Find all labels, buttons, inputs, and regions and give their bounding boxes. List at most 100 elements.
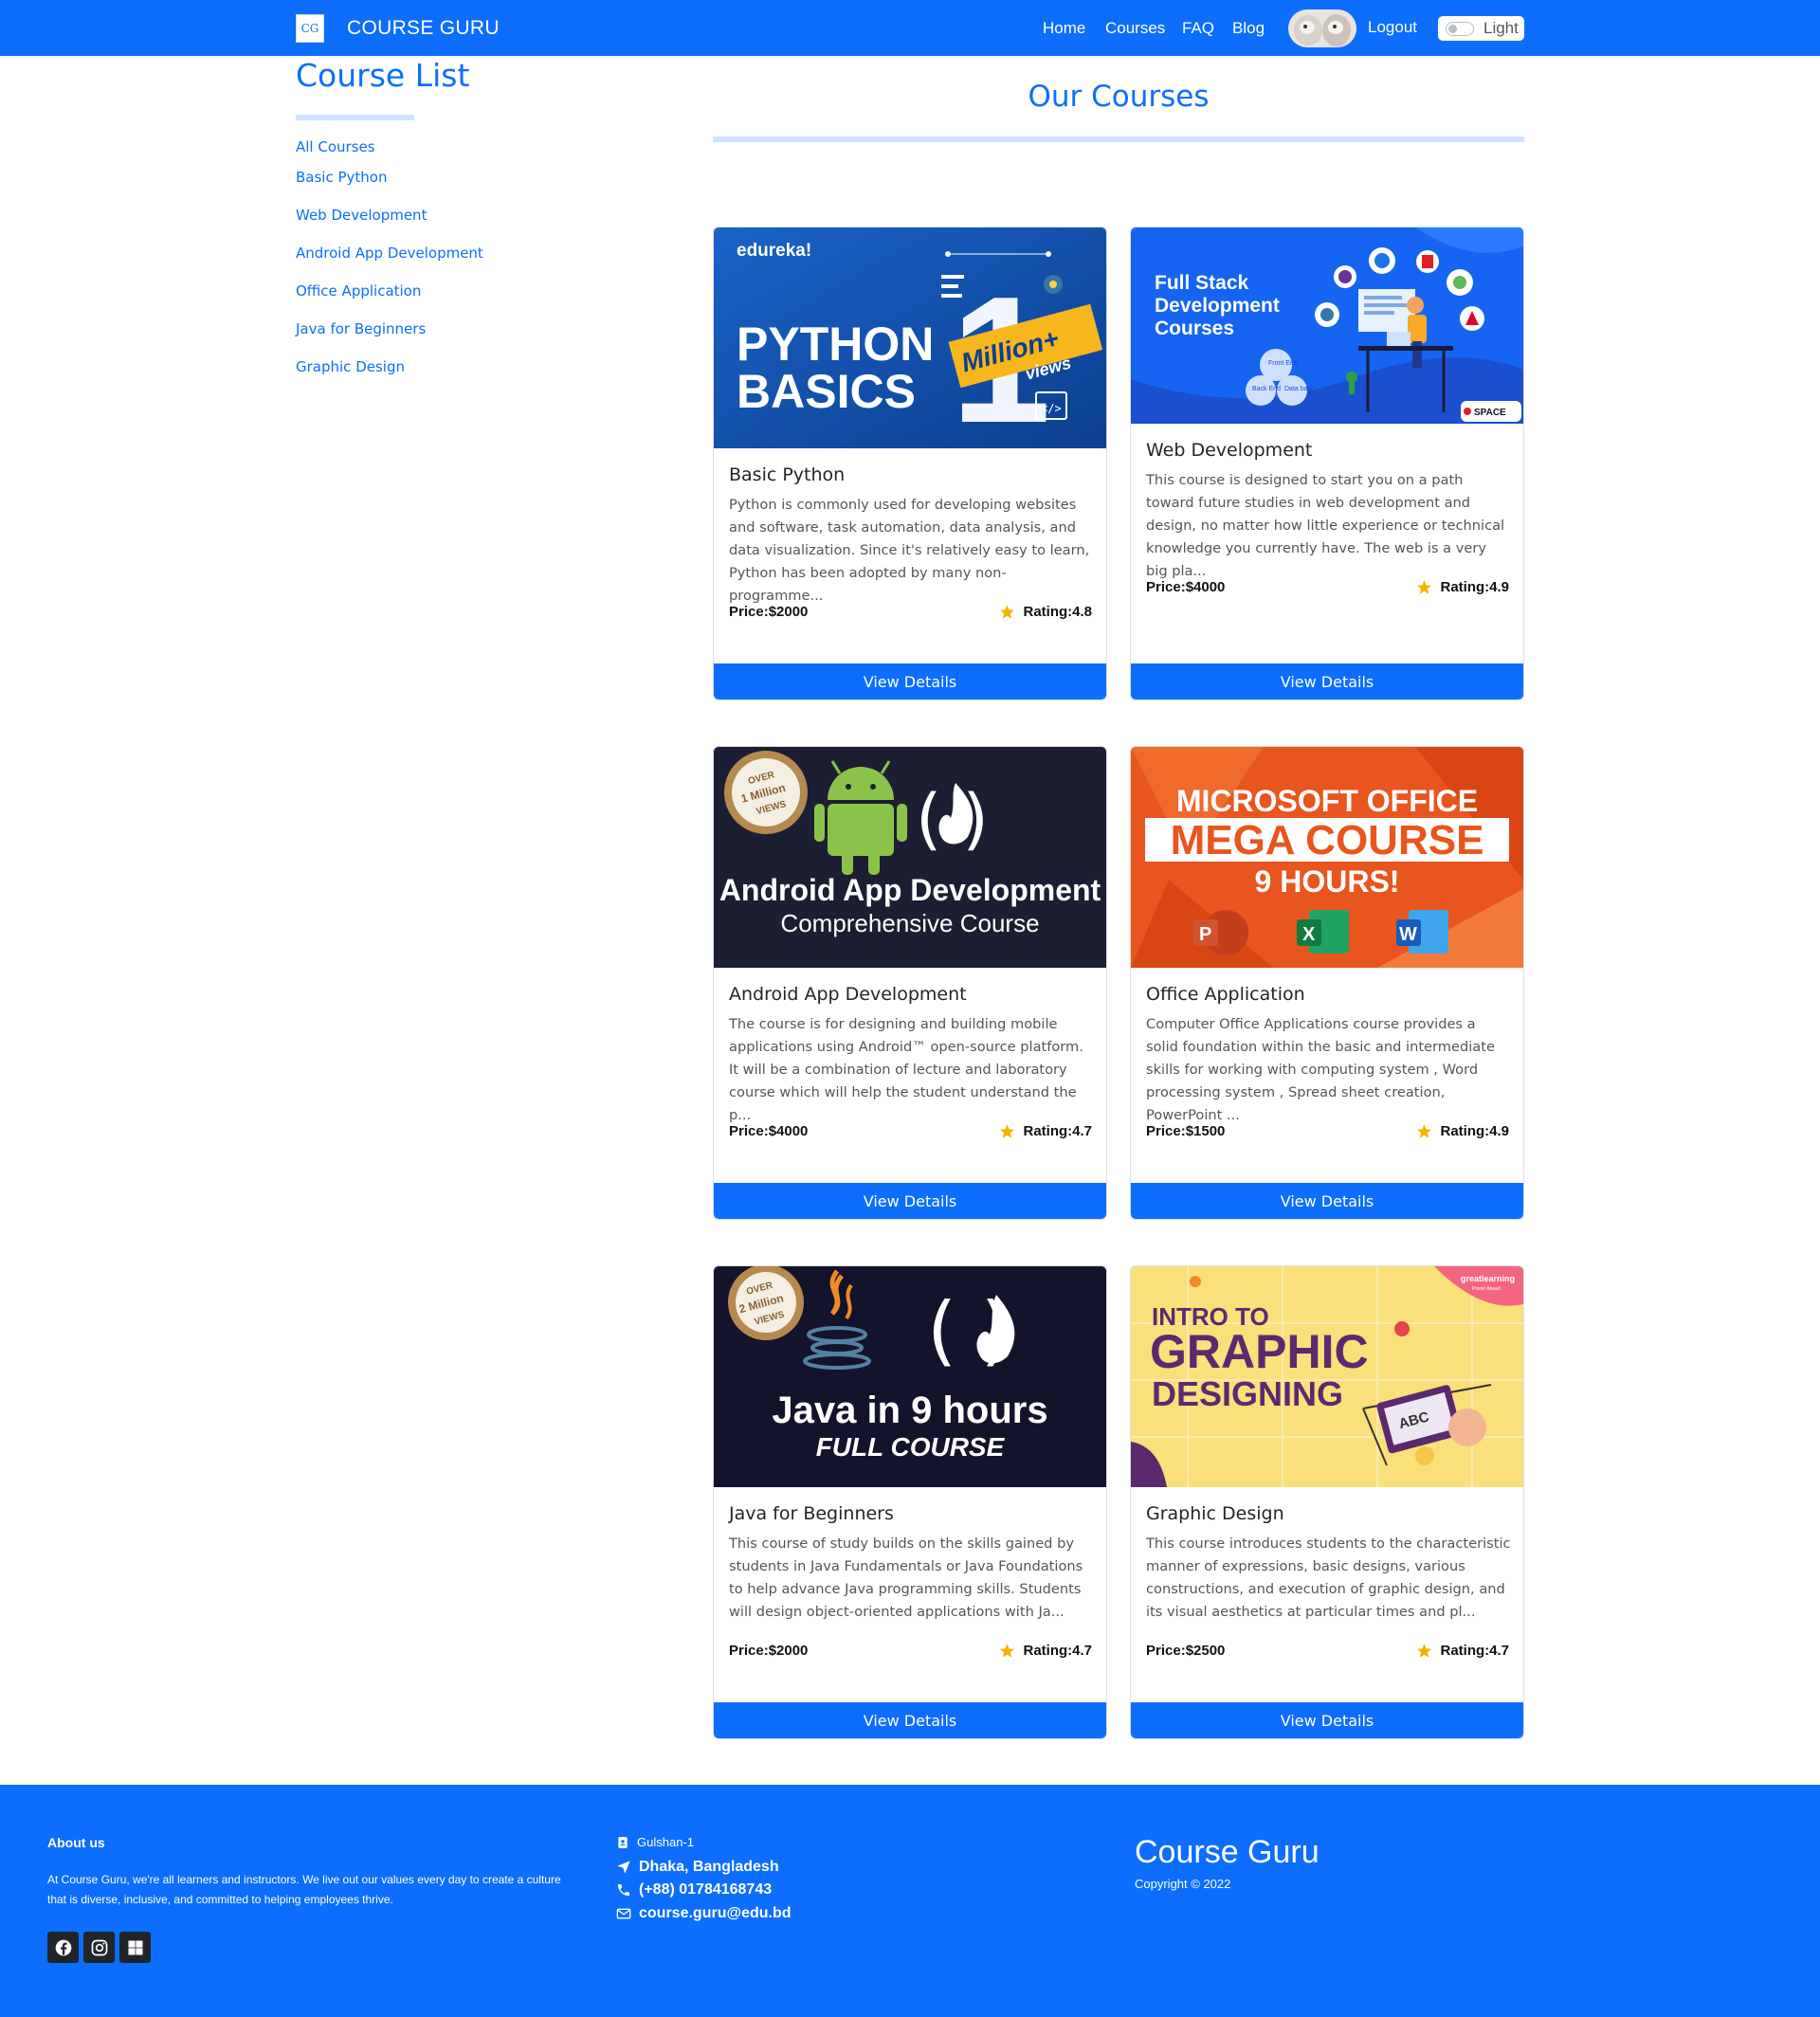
phone-icon	[618, 1884, 629, 1896]
sidebar-item-web-development[interactable]: Web Development	[296, 207, 427, 224]
address-1: Gulshan-1	[637, 1835, 694, 1849]
course-card-office: MICROSOFT OFFICE MEGA COURSE 9 HOURS! P …	[1130, 746, 1524, 1220]
course-price: Price:$2000	[729, 1643, 809, 1659]
id-card-icon	[618, 1836, 628, 1848]
view-details-button[interactable]: View Details	[714, 1183, 1106, 1219]
brand-logo[interactable]: CG	[296, 14, 324, 43]
star-icon	[1000, 1644, 1015, 1658]
course-card-android: OVER 1 Million VIEWS ( ) Android App Dev…	[713, 746, 1107, 1220]
logout-button[interactable]: Logout	[1368, 18, 1417, 37]
course-image-web-development[interactable]: Full Stack Development Courses Front End…	[1131, 227, 1523, 424]
svg-text:Courses: Courses	[1155, 318, 1234, 339]
nav-faq[interactable]: FAQ	[1182, 19, 1214, 38]
sidebar-item-android[interactable]: Android App Development	[296, 245, 483, 262]
course-card-web-development: Full Stack Development Courses Front End…	[1130, 227, 1524, 700]
course-image-graphic-design[interactable]: greatlearning Power Ahead INTRO TO GRAPH…	[1131, 1266, 1523, 1487]
course-title: Android App Development	[729, 984, 967, 1005]
course-image-android[interactable]: OVER 1 Million VIEWS ( ) Android App Dev…	[714, 747, 1106, 968]
star-icon	[1417, 1644, 1432, 1658]
course-price: Price:$4000	[1146, 579, 1226, 595]
theme-toggle-label: Light	[1483, 19, 1519, 37]
sidebar-item-basic-python[interactable]: Basic Python	[296, 169, 387, 186]
address-line-1: Gulshan-1	[616, 1835, 694, 1849]
theme-toggle[interactable]: Light	[1438, 16, 1524, 41]
view-details-button[interactable]: View Details	[1131, 1702, 1523, 1738]
sidebar-item-graphic-design[interactable]: Graphic Design	[296, 358, 405, 375]
svg-text:W: W	[1399, 924, 1417, 945]
copyright: Copyright © 2022	[1135, 1877, 1231, 1891]
view-details-button[interactable]: View Details	[714, 1702, 1106, 1738]
rating-value: Rating:4.7	[1023, 1123, 1092, 1139]
instagram-icon[interactable]	[83, 1932, 115, 1963]
course-image-office[interactable]: MICROSOFT OFFICE MEGA COURSE 9 HOURS! P …	[1131, 747, 1523, 968]
svg-text:MICROSOFT OFFICE: MICROSOFT OFFICE	[1176, 784, 1478, 818]
svg-text:Front End: Front End	[1268, 360, 1298, 367]
course-description: This course of study builds on the skill…	[729, 1535, 1083, 1620]
avatar[interactable]	[1288, 9, 1356, 47]
course-rating: Rating:4.8	[999, 604, 1092, 620]
view-details-button[interactable]: View Details	[1131, 1183, 1523, 1219]
course-image-python[interactable]: edureka! PYTHON BASICS 1 Million+ views …	[714, 227, 1106, 448]
course-price: Price:$2500	[1146, 1643, 1226, 1659]
course-title: Basic Python	[729, 464, 846, 485]
brand[interactable]: CG COURSE GURU	[296, 14, 500, 43]
title-underline	[713, 136, 1524, 142]
svg-text:Android App Development: Android App Development	[719, 873, 1101, 907]
course-title: Java for Beginners	[729, 1503, 894, 1524]
nav-home[interactable]: Home	[1043, 19, 1085, 38]
sidebar-title: Course List	[296, 57, 470, 94]
svg-text:Back End: Back End	[1252, 386, 1281, 392]
course-description: Python is commonly used for developing w…	[729, 497, 1090, 604]
svg-text:PYTHON: PYTHON	[737, 318, 934, 371]
svg-text:SPACE: SPACE	[1474, 408, 1506, 418]
svg-text:Power Ahead: Power Ahead	[1472, 1286, 1501, 1292]
about-text: At Course Guru, we're all learners and i…	[47, 1873, 561, 1906]
phone-line: (+88) 01784168743	[616, 1881, 772, 1899]
sidebar-item-java[interactable]: Java for Beginners	[296, 320, 426, 337]
svg-text:Development: Development	[1155, 295, 1280, 317]
view-details-button[interactable]: View Details	[1131, 663, 1523, 700]
facebook-icon[interactable]	[47, 1932, 79, 1963]
course-title: Office Application	[1146, 984, 1305, 1005]
course-description: This course introduces students to the c…	[1146, 1535, 1511, 1620]
footer: About us At Course Guru, we're all learn…	[0, 1785, 1820, 2017]
brand-name[interactable]: COURSE GURU	[347, 17, 500, 40]
sidebar-item-all-courses[interactable]: All Courses	[296, 138, 375, 155]
course-price: Price:$1500	[1146, 1123, 1226, 1139]
course-rating: Rating:4.7	[999, 1123, 1092, 1139]
course-price: Price:$4000	[729, 1123, 809, 1139]
svg-text:Comprehensive Course: Comprehensive Course	[780, 909, 1039, 937]
svg-text:9 HOURS!: 9 HOURS!	[1255, 864, 1400, 899]
svg-text:FULL COURSE: FULL COURSE	[816, 1432, 1006, 1462]
about-title: About us	[47, 1835, 105, 1850]
windows-icon[interactable]	[119, 1932, 151, 1963]
star-icon	[1417, 1124, 1432, 1138]
course-title: Graphic Design	[1146, 1503, 1284, 1524]
phone-number: (+88) 01784168743	[639, 1881, 773, 1898]
course-card-java: OVER 2 Million VIEWS ( ) Java in 9 hours…	[713, 1265, 1107, 1739]
sidebar-underline	[296, 115, 414, 120]
nav-courses[interactable]: Courses	[1105, 19, 1165, 38]
course-image-java[interactable]: OVER 2 Million VIEWS ( ) Java in 9 hours…	[714, 1266, 1106, 1487]
rating-value: Rating:4.7	[1023, 1643, 1092, 1659]
view-details-button[interactable]: View Details	[714, 663, 1106, 700]
email-line: course.guru@edu.bd	[616, 1905, 792, 1922]
rating-value: Rating:4.9	[1440, 579, 1509, 595]
course-price: Price:$2000	[729, 604, 809, 620]
star-icon	[1000, 605, 1015, 619]
page-title: Our Courses	[1028, 80, 1210, 114]
rating-value: Rating:4.9	[1440, 1123, 1509, 1139]
course-card-python: edureka! PYTHON BASICS 1 Million+ views …	[713, 227, 1107, 700]
course-title: Web Development	[1146, 440, 1313, 461]
envelope-icon	[616, 1908, 631, 1919]
nav-blog[interactable]: Blog	[1232, 19, 1265, 38]
toggle-switch-icon[interactable]	[1446, 22, 1474, 36]
svg-text:GRAPHIC: GRAPHIC	[1150, 1325, 1369, 1378]
svg-text:MEGA COURSE: MEGA COURSE	[1171, 817, 1484, 863]
svg-text:BASICS: BASICS	[737, 365, 916, 418]
navbar: CG COURSE GURU Home Courses FAQ Blog Log…	[0, 0, 1820, 56]
email-address[interactable]: course.guru@edu.bd	[639, 1905, 792, 1922]
sidebar-item-office[interactable]: Office Application	[296, 282, 421, 300]
address-line-2: Dhaka, Bangladesh	[616, 1859, 779, 1876]
course-description: This course is designed to start you on …	[1146, 472, 1505, 579]
